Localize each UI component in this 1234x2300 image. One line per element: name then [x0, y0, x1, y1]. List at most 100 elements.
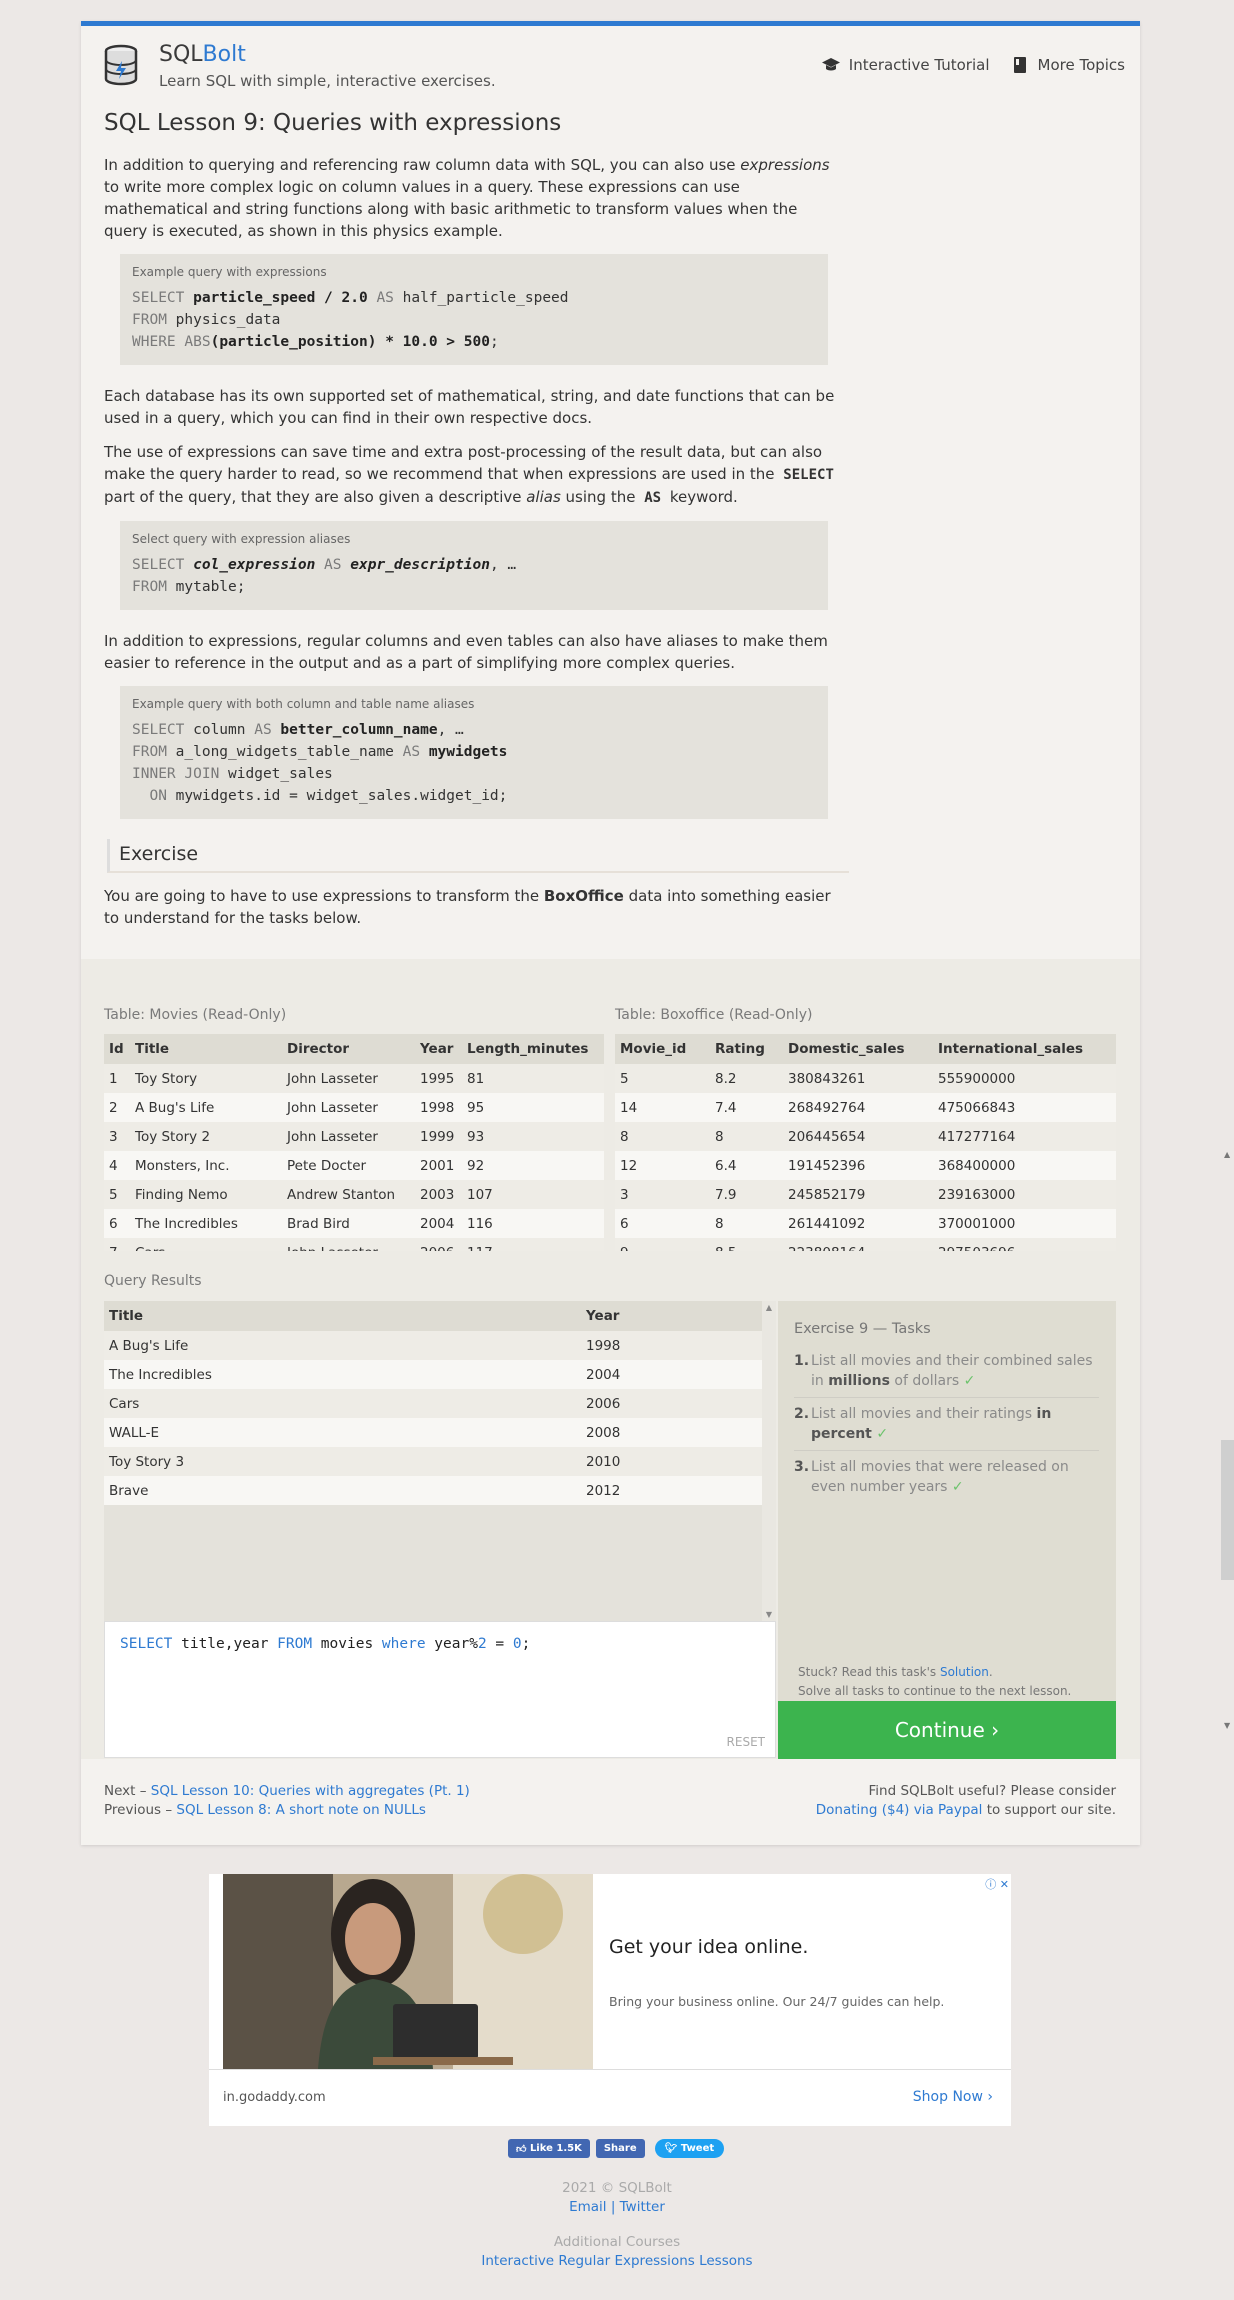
table-cell: 297503696: [933, 1238, 1116, 1251]
table-cell: 1998: [415, 1093, 462, 1122]
regex-course-link[interactable]: Interactive Regular Expressions Lessons: [481, 2253, 752, 2269]
table-cell: 268492764: [783, 1093, 933, 1122]
table-cell: 223808164: [783, 1238, 933, 1251]
twitter-bird-icon: 🐦︎: [664, 2143, 678, 2154]
column-header: Id: [104, 1034, 130, 1064]
table-cell: 7.9: [710, 1180, 783, 1209]
results-scrollbar[interactable]: ▲ ▼: [762, 1301, 776, 1621]
results-table: Title Year A Bug's Life 1998 The Incredible…: [104, 1301, 762, 1505]
table-cell: 7.4: [710, 1093, 783, 1122]
table-cell: 117: [462, 1238, 604, 1251]
tagline: Learn SQL with simple, interactive exerc…: [159, 72, 496, 90]
sql-query-editor[interactable]: SELECT title,year FROM movies where year…: [104, 1621, 776, 1758]
code-caption: Example query with both column and table…: [132, 697, 475, 711]
solution-link[interactable]: Solution: [940, 1665, 989, 1679]
table-cell: 261441092: [783, 1209, 933, 1238]
facebook-share-button[interactable]: Share: [595, 2139, 645, 2158]
interactive-tutorial-label: Interactive Tutorial: [848, 56, 990, 74]
table-cell: 1995: [415, 1064, 462, 1093]
check-icon: ✓: [876, 1426, 889, 1442]
table-alias-paragraph: In addition to expressions, regular colu…: [104, 632, 828, 672]
table-cell: 6: [615, 1209, 710, 1238]
table-cell: 8.5: [710, 1238, 783, 1251]
page-scroll-thumb[interactable]: [1221, 1440, 1234, 1580]
more-topics-label: More Topics: [1037, 56, 1126, 74]
table-row: 2A Bug's Life John Lasseter 1998 95: [104, 1093, 604, 1122]
previous-lesson-link[interactable]: SQL Lesson 8: A short note on NULLs: [176, 1802, 426, 1818]
table-cell: A Bug's Life: [104, 1331, 581, 1360]
table-cell: 368400000: [933, 1151, 1116, 1180]
table-cell: 116: [462, 1209, 604, 1238]
page-scroll-up-icon[interactable]: ▲: [1224, 1150, 1230, 1159]
table-cell: 1: [104, 1064, 130, 1093]
brand-plain: SQL: [159, 42, 203, 67]
table-cell: 9: [615, 1238, 710, 1251]
tweet-button[interactable]: 🐦︎ Tweet: [654, 2139, 725, 2158]
donate-link[interactable]: Donating ($4) via Paypal: [816, 1802, 983, 1818]
table-cell: 107: [462, 1180, 604, 1209]
table-cell: 2003: [415, 1180, 462, 1209]
column-header: Length_minutes: [462, 1034, 604, 1064]
table-cell: 2012: [581, 1476, 762, 1505]
task-item: 3. List all movies that were released on …: [794, 1459, 1069, 1495]
page-scrollbar[interactable]: ▲ ▼: [1221, 1150, 1234, 1730]
more-topics-link[interactable]: More Topics: [1010, 56, 1126, 74]
table-cell: 5: [615, 1064, 710, 1093]
table-cell: 2: [104, 1093, 130, 1122]
table-cell: 2004: [415, 1209, 462, 1238]
table-cell: 1999: [415, 1122, 462, 1151]
continue-button[interactable]: Continue ›: [778, 1701, 1116, 1759]
scroll-up-icon[interactable]: ▲: [762, 1303, 776, 1312]
table-cell: Brad Bird: [282, 1209, 415, 1238]
table-cell: The Incredibles: [130, 1209, 282, 1238]
column-header: Title: [130, 1034, 282, 1064]
lesson-title: SQL Lesson 9: Queries with expressions: [104, 110, 562, 136]
query-results: Title Year A Bug's Life 1998 The Incredible…: [104, 1301, 762, 1621]
table-cell: 2004: [581, 1360, 762, 1389]
boxoffice-table-container[interactable]: Movie_id Rating Domestic_sales Internationa…: [615, 1034, 1116, 1251]
ad-headline[interactable]: Get your idea online.: [609, 1936, 808, 1958]
table-cell: Pete Docter: [282, 1151, 415, 1180]
movies-table-container[interactable]: Id Title Director Year Length_minutes 1 Toy S…: [104, 1034, 604, 1251]
shop-now-button[interactable]: Shop Now ›: [913, 2089, 993, 2105]
table-cell: The Incredibles: [104, 1360, 581, 1389]
table-cell: 380843261: [783, 1064, 933, 1093]
email-link[interactable]: Email: [569, 2199, 606, 2215]
top-nav: Interactive Tutorial More Topics: [821, 56, 1125, 74]
advertisement[interactable]: ⓘ ✕ Get your idea online. Bring your bus…: [209, 1874, 1011, 2126]
scroll-down-icon[interactable]: ▼: [762, 1610, 776, 1619]
twitter-link[interactable]: Twitter: [620, 2199, 665, 2215]
tasks-list: 1. List all movies and their combined sal…: [794, 1351, 1099, 1509]
table-cell: 3: [615, 1180, 710, 1209]
intro-paragraph: In addition to querying and referencing …: [104, 156, 830, 240]
reset-button[interactable]: RESET: [727, 1735, 765, 1749]
table-cell: Cars: [130, 1238, 282, 1251]
ad-divider: [209, 2069, 1011, 2070]
query-text[interactable]: SELECT title,year FROM movies where year…: [120, 1636, 530, 1652]
table-row: 3 Toy Story 2 John Lasseter 1999 93: [104, 1122, 604, 1151]
column-header: Director: [282, 1034, 415, 1064]
table-cell: 2010: [581, 1447, 762, 1476]
table-cell: Andrew Stanton: [282, 1180, 415, 1209]
table-cell: John Lasseter: [282, 1064, 415, 1093]
facebook-like-button[interactable]: 👍︎ Like 1.5K: [508, 2139, 590, 2158]
table-cell: 8: [710, 1209, 783, 1238]
exercise-intro: You are going to have to use expressions…: [104, 887, 831, 927]
page-scroll-down-icon[interactable]: ▼: [1224, 1721, 1230, 1730]
ad-close-icon[interactable]: ⓘ ✕: [985, 1876, 1009, 1892]
column-header: Domestic_sales: [783, 1034, 933, 1064]
ad-photo[interactable]: [223, 1874, 593, 2069]
table-cell: 2006: [415, 1238, 462, 1251]
exercise-heading: Exercise: [107, 839, 849, 873]
check-icon: ✓: [951, 1479, 964, 1495]
table-cell: 14: [615, 1093, 710, 1122]
next-lesson-link[interactable]: SQL Lesson 10: Queries with aggregates (…: [151, 1783, 470, 1799]
table-cell: 239163000: [933, 1180, 1116, 1209]
table-cell: 92: [462, 1151, 604, 1180]
ad-domain[interactable]: in.godaddy.com: [223, 2090, 326, 2105]
check-icon: ✓: [963, 1373, 976, 1389]
column-header: Year: [415, 1034, 462, 1064]
query-results-label: Query Results: [104, 1273, 202, 1289]
interactive-tutorial-link[interactable]: Interactive Tutorial: [821, 56, 990, 74]
brand-title[interactable]: SQLBolt: [159, 42, 246, 67]
